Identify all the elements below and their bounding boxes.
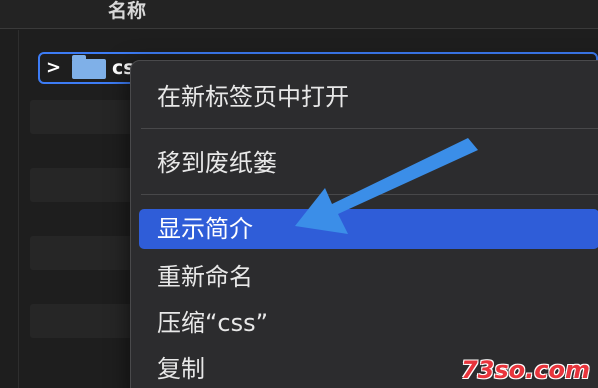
menu-item-open-in-new-tab[interactable]: 在新标签页中打开 [139, 77, 598, 117]
column-divider [18, 30, 19, 388]
watermark-text: 73so.com [460, 356, 590, 384]
menu-item-move-to-trash[interactable]: 移到废纸篓 [139, 143, 598, 183]
list-row-stripe [30, 304, 140, 338]
menu-separator [141, 128, 598, 129]
list-row-stripe [30, 168, 140, 202]
list-header: 名称 [0, 0, 598, 29]
context-menu: 在新标签页中打开 移到废纸篓 显示简介 重新命名 压缩“css” 复制 [130, 60, 598, 388]
column-header-name[interactable]: 名称 [108, 0, 146, 22]
list-row-stripe [30, 100, 140, 134]
menu-item-rename[interactable]: 重新命名 [139, 257, 598, 297]
menu-separator [141, 194, 598, 195]
finder-window: 名称 > css 在新标签页中打开 移到废纸篓 显示简介 重新命名 压缩“css… [0, 0, 598, 388]
disclosure-chevron-icon[interactable]: > [46, 57, 62, 79]
list-row-stripe [30, 236, 140, 270]
folder-icon [72, 55, 106, 79]
menu-item-get-info[interactable]: 显示简介 [139, 209, 598, 249]
menu-item-compress[interactable]: 压缩“css” [139, 303, 598, 343]
